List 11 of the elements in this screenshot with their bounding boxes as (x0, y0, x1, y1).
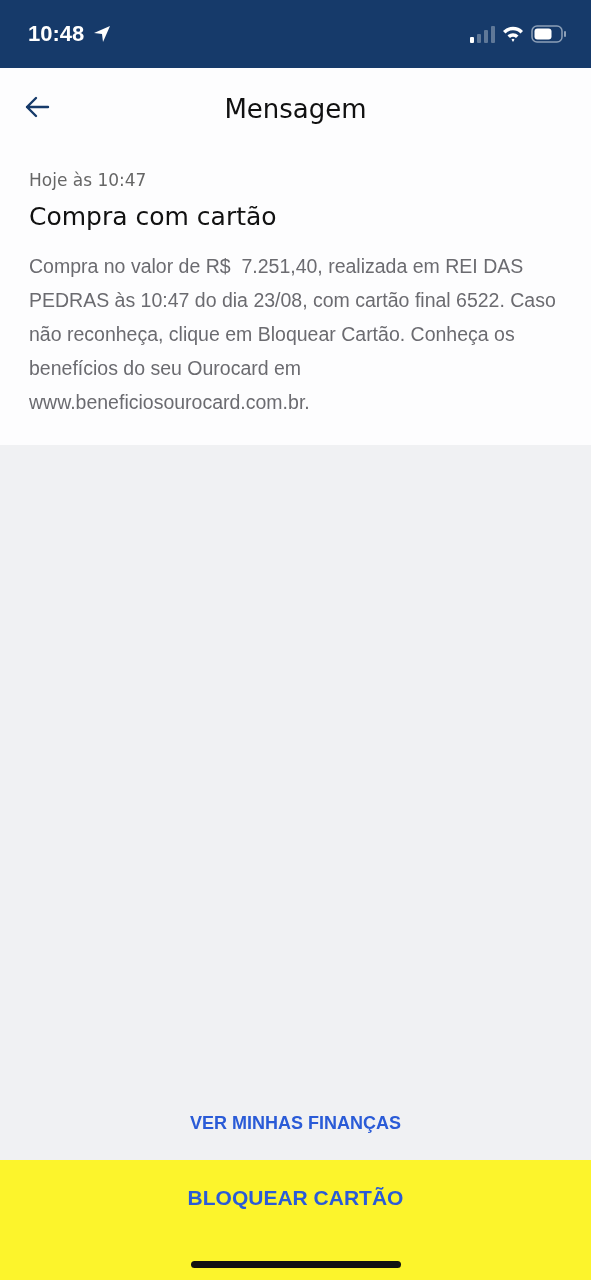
battery-icon (531, 25, 567, 43)
message-timestamp: Hoje às 10:47 (29, 170, 148, 190)
page-title: Mensagem (224, 94, 367, 124)
status-time: 10:48 (28, 21, 85, 47)
signal-icon (469, 25, 495, 43)
finances-link[interactable]: VER MINHAS FINANÇAS (190, 1113, 401, 1134)
wifi-icon (501, 25, 525, 43)
message-body: Compra no valor de R$ 7.251,40, realizada em REI DAS PEDRAS às 10:47 do dia 23/08, com cartão final 6522. Caso não reconheça, clique em Bloquear Cartão. Conheça os benefícios do seu Ourocard em www.beneficiosourocard.com.br. (29, 254, 557, 415)
message-title: Compra com cartão (29, 202, 278, 231)
block-card-button[interactable]: BLOQUEAR CARTÃO (177, 1182, 414, 1214)
location-arrow-icon (92, 24, 113, 44)
